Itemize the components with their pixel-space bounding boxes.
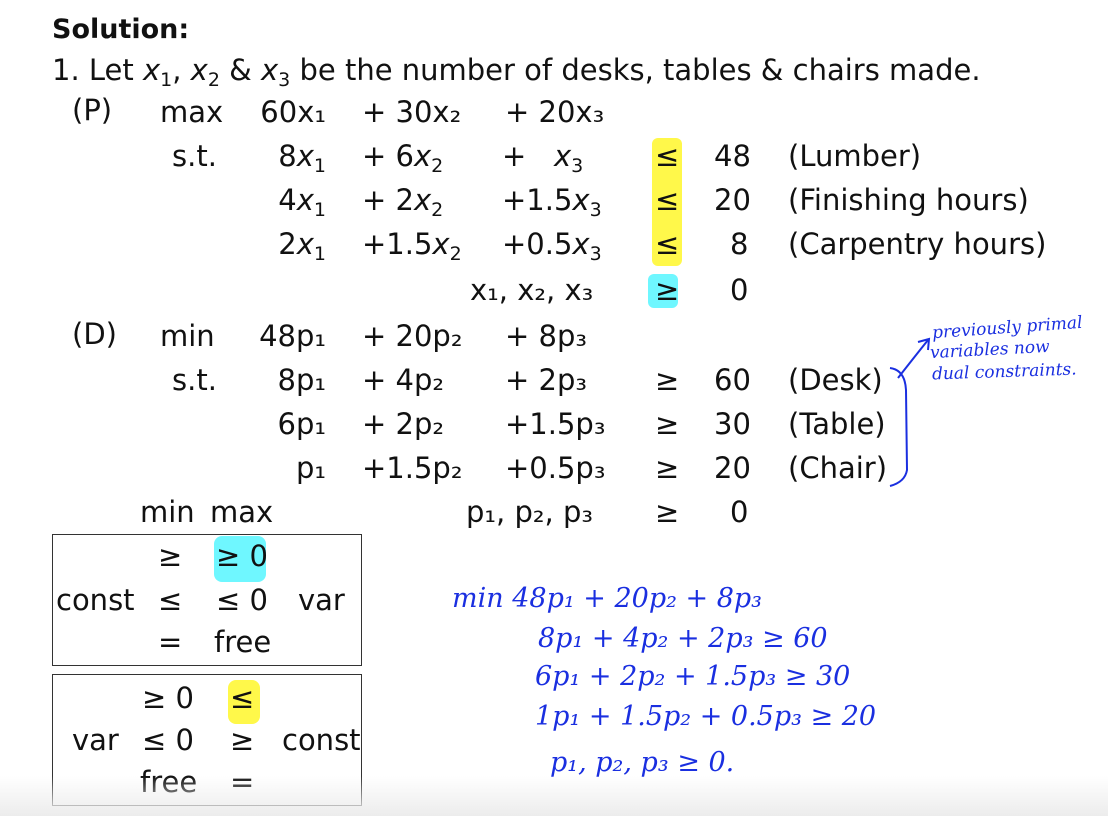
dual-nonneg-vars: p₁, p₂, p₃ (466, 495, 593, 529)
dual-sense: min (160, 319, 215, 353)
handwritten-dual-nonneg: p₁, p₂, p₃ ≥ 0. (550, 747, 735, 778)
dual-obj-term-2: + 20p₂ (362, 319, 463, 353)
coef-x3: +0.5x3 (502, 227, 602, 265)
var-x1: x (142, 53, 161, 87)
coef-x1: 2x1 (278, 227, 326, 265)
table-header-max: max (210, 495, 274, 529)
rhs: 30 (714, 407, 751, 441)
rhs: 20 (714, 451, 751, 485)
coef-x1: 8x1 (278, 139, 326, 177)
box1-row1-max: ≥ 0 (216, 539, 268, 573)
handwritten-dual-constraint: 1p₁ + 1.5p₂ + 0.5p₃ ≥ 20 (535, 701, 877, 732)
constraint-name: (Carpentry hours) (788, 227, 1047, 261)
dual-t1: p₁ (295, 451, 326, 485)
constraint-name: (Table) (788, 407, 886, 441)
coef-x2: + 6x2 (362, 139, 444, 177)
rhs: 0 (730, 495, 749, 529)
primal-obj-term-2: + 30x₂ (362, 95, 462, 129)
ampersand: & (229, 53, 252, 87)
dual-t2: +1.5p₂ (362, 451, 463, 485)
table-header-min: min (140, 495, 195, 529)
rel-ge: ≥ (655, 451, 680, 485)
dual-obj-term-1: 48p₁ (259, 319, 326, 353)
rhs: 60 (714, 363, 751, 397)
rel-ge: ≥ (655, 363, 680, 397)
constraint-name: (Finishing hours) (788, 183, 1029, 217)
rel-le: ≤ (655, 183, 680, 217)
primal-nonneg-vars: x₁, x₂, x₃ (470, 273, 594, 307)
dual-t3: +0.5p₃ (505, 451, 606, 485)
coef-x3: + x3 (502, 139, 584, 177)
handwritten-dual-constraint: 6p₁ + 2p₂ + 1.5p₃ ≥ 30 (535, 661, 851, 692)
solution-heading: Solution: (52, 14, 190, 45)
primal-obj-term-1: 60x₁ (260, 95, 326, 129)
intro-prefix: 1. Let (52, 53, 134, 87)
rel-ge: ≥ (655, 407, 680, 441)
bottom-shadow (0, 776, 1108, 816)
comma: , (172, 53, 182, 87)
coef-x1: 4x1 (278, 183, 326, 221)
coef-x2: +1.5x2 (362, 227, 462, 265)
brace-icon (889, 367, 909, 487)
box1-row1-min: ≥ (158, 539, 183, 573)
box2-row2-min: ≤ 0 (142, 723, 194, 757)
rhs: 20 (714, 183, 751, 217)
dual-t3: +1.5p₃ (505, 407, 606, 441)
handwritten-dual-objective: min 48p₁ + 20p₂ + 8p₃ (452, 583, 762, 614)
rel-ge: ≥ (655, 273, 680, 307)
primal-st: s.t. (172, 139, 217, 173)
box1-row2-min: ≤ (158, 583, 183, 617)
rhs: 0 (730, 273, 749, 307)
primal-sense: max (160, 95, 224, 129)
dual-t2: + 4p₂ (362, 363, 445, 397)
box2-row2-max: ≥ (230, 723, 255, 757)
primal-label: (P) (72, 93, 113, 127)
coef-x3: +1.5x3 (502, 183, 602, 221)
var-x3: x (261, 53, 279, 87)
dual-label: (D) (72, 317, 117, 351)
dual-obj-term-3: + 8p₃ (505, 319, 588, 353)
handwritten-note-line: dual constraints. (931, 359, 1077, 385)
dual-t1: 8p₁ (277, 363, 326, 397)
rel-le: ≤ (655, 227, 680, 261)
dual-t3: + 2p₃ (505, 363, 588, 397)
constraint-name: (Lumber) (788, 139, 922, 173)
handwritten-dual-constraint: 8p₁ + 4p₂ + 2p₃ ≥ 60 (538, 623, 828, 654)
primal-obj-term-3: + 20x₃ (505, 95, 605, 129)
box1-right-label: var (298, 583, 345, 617)
dual-t1: 6p₁ (277, 407, 326, 441)
intro-line: 1. Let x1, x2 & x3 be the number of desk… (52, 52, 981, 91)
box1-left-label: const (56, 583, 135, 617)
arrowhead-icon (917, 337, 931, 351)
sub-1: 1 (160, 69, 173, 91)
dual-st: s.t. (172, 363, 217, 397)
rhs: 8 (730, 227, 749, 261)
coef-x2: + 2x2 (362, 183, 444, 221)
box1-row2-max: ≤ 0 (216, 583, 268, 617)
box1-row3-max: free (214, 625, 272, 659)
box2-row1-min: ≥ 0 (142, 681, 194, 715)
var-x2: x (190, 53, 208, 87)
rel-ge: ≥ (655, 495, 680, 529)
constraint-name: (Chair) (788, 451, 888, 485)
rhs: 48 (714, 139, 751, 173)
box2-right-label: const (282, 723, 361, 757)
constraint-name: (Desk) (788, 363, 883, 397)
arrow-icon (897, 339, 929, 379)
box2-row1-max: ≤ (230, 681, 255, 715)
dual-t2: + 2p₂ (362, 407, 445, 441)
box2-left-label: var (72, 723, 119, 757)
sub-2: 2 (207, 69, 220, 91)
sub-3: 3 (278, 69, 291, 91)
rel-le: ≤ (655, 139, 680, 173)
intro-suffix: be the number of desks, tables & chairs … (299, 53, 981, 87)
box1-row3-min: = (158, 625, 183, 659)
